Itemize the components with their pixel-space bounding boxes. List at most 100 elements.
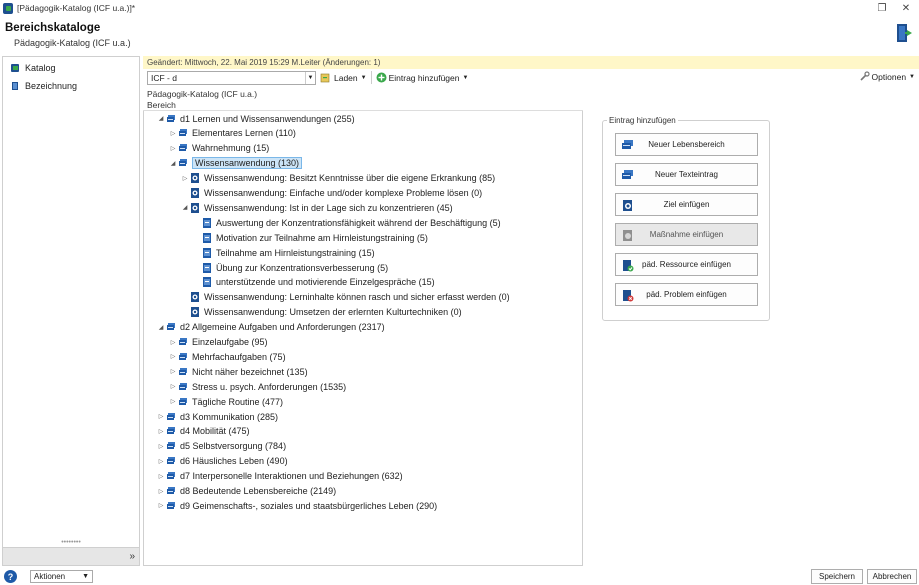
problem-icon [623, 290, 634, 302]
area-icon [167, 412, 175, 420]
area-icon [167, 442, 175, 450]
window-title: [Pädagogik-Katalog (ICF u.a.)]* [17, 3, 136, 13]
catalog-filter-select[interactable]: ICF - d ▼ [147, 70, 316, 85]
tree-node-label: Übung zur Konzentrationsverbesserung (5) [216, 262, 389, 273]
tree-node[interactable]: unterstützende und motivierende Einzelge… [192, 276, 435, 289]
page-title: Bereichskataloge [5, 22, 101, 34]
collapse-toggle-icon[interactable]: ◢ [180, 204, 190, 211]
expand-toggle-icon[interactable]: ▷ [156, 413, 166, 420]
status-bar: ? Aktionen ▼ Speichern Abbrechen [0, 568, 919, 585]
insert-resource-button[interactable]: päd. Ressource einfügen [615, 253, 758, 276]
chevron-down-icon[interactable]: ▼ [305, 71, 315, 84]
restore-window-icon[interactable]: ❐ [871, 0, 893, 16]
tree-node-label: Wissensanwendung (130) [192, 157, 303, 170]
tree-node[interactable]: Übung zur Konzentrationsverbesserung (5) [192, 261, 388, 274]
expand-toggle-icon[interactable]: ▷ [168, 368, 178, 375]
tree-column-header[interactable]: Bereich [143, 100, 583, 111]
tree-node[interactable]: ◢ Wissensanwendung (130) [168, 157, 303, 170]
tree-node[interactable]: ▷ Wahrnehmung (15) [168, 142, 270, 155]
tree-node-label: Stress u. psych. Anforderungen (1535) [192, 381, 347, 392]
help-icon[interactable]: ? [4, 570, 17, 583]
close-window-icon[interactable]: ✕ [895, 0, 917, 16]
expand-toggle-icon[interactable]: ▷ [168, 130, 178, 137]
tree-node-label: d9 Geimenschafts-, soziales und staatsbü… [180, 500, 438, 511]
tree-node[interactable]: ▷ Mehrfachaufgaben (75) [168, 350, 286, 363]
tree-node[interactable]: Wissensanwendung: Lerninhalte können ras… [180, 291, 510, 304]
tree-node[interactable]: Teilnahme am Hirnleistungstraining (15) [192, 246, 375, 259]
tree-node[interactable]: ◢ Wissensanwendung: Ist in der Lage sich … [180, 201, 453, 214]
expand-toggle-icon[interactable]: ▷ [156, 458, 166, 465]
sidebar-item-katalog[interactable]: Katalog [3, 59, 139, 77]
expand-toggle-icon[interactable]: ▷ [168, 339, 178, 346]
tree-node[interactable]: ▷ Stress u. psych. Anforderungen (1535) [168, 380, 346, 393]
expand-toggle-icon[interactable]: ▷ [156, 502, 166, 509]
sidebar-item-bezeichnung[interactable]: Bezeichnung [3, 77, 139, 95]
exit-door-icon[interactable] [895, 22, 915, 44]
new-area-button[interactable]: Neuer Lebensbereich [615, 133, 758, 156]
tree-node[interactable]: ▷ Nicht näher bezeichnet (135) [168, 365, 308, 378]
insert-goal-label: Ziel einfügen [663, 200, 710, 209]
expand-toggle-icon[interactable]: ▷ [168, 398, 178, 405]
tree-node[interactable]: ▷ d6 Häusliches Leben (490) [156, 455, 288, 468]
tree-node[interactable]: ▷ Einzelaufgabe (95) [168, 336, 268, 349]
expand-toggle-icon[interactable]: ▷ [168, 145, 178, 152]
load-button[interactable]: Laden ▼ [320, 73, 367, 83]
tree-node-label: Wissensanwendung: Besitzt Kenntnisse übe… [204, 173, 496, 184]
tree-node[interactable]: ▷ d8 Bedeutende Lebensbereiche (2149) [156, 485, 336, 498]
area-icon [179, 397, 187, 405]
goal-icon [191, 292, 199, 303]
measure-icon [203, 262, 211, 273]
toolbar: ICF - d ▼ Laden ▼ Eintrag hinzufügen ▼ O… [143, 69, 919, 86]
measure-icon [203, 232, 211, 243]
tree-node-label: d6 Häusliches Leben (490) [180, 456, 288, 467]
expand-toggle-icon[interactable]: ▷ [180, 175, 190, 182]
tree-node[interactable]: ▷ d9 Geimenschafts-, soziales und staatsb… [156, 499, 437, 512]
tree-node[interactable]: ▷ Tägliche Routine (477) [168, 395, 283, 408]
plus-circle-icon [376, 72, 387, 83]
insert-measure-button[interactable]: Maßnahme einfügen [615, 223, 758, 246]
expand-toggle-icon[interactable]: ▷ [156, 473, 166, 480]
add-entry-label: Eintrag hinzufügen [388, 72, 460, 83]
tree-node[interactable]: ▷ d3 Kommunikation (285) [156, 410, 278, 423]
add-entry-button[interactable]: Eintrag hinzufügen ▼ [376, 72, 468, 83]
tree-node[interactable]: ◢ d1 Lernen und Wissensanwendungen (255) [156, 112, 355, 125]
add-entry-panel-title: Eintrag hinzufügen [607, 116, 678, 125]
funnel-icon: ▼ [82, 573, 89, 580]
expand-toggle-icon[interactable]: ▷ [156, 443, 166, 450]
actions-dropdown[interactable]: Aktionen ▼ [30, 570, 93, 583]
save-button[interactable]: Speichern [811, 569, 863, 584]
load-label: Laden [334, 72, 358, 83]
tree-node[interactable]: Auswertung der Konzentrationsfähigkeit w… [192, 216, 501, 229]
tree-node[interactable]: ▷ Wissensanwendung: Besitzt Kenntnisse üb… [180, 172, 495, 185]
new-text-entry-button[interactable]: Neuer Texteintrag [615, 163, 758, 186]
options-button[interactable]: Optionen ▼ [859, 71, 915, 82]
tree-node[interactable]: ▷ d5 Selbstversorgung (784) [156, 440, 286, 453]
area-icon [179, 352, 187, 360]
tree-node[interactable]: Wissensanwendung: Umsetzen der erlernten… [180, 306, 462, 319]
collapse-toggle-icon[interactable]: ◢ [168, 160, 178, 167]
area-icon [167, 472, 175, 480]
expand-toggle-icon[interactable]: ▷ [168, 383, 178, 390]
add-entry-panel: Eintrag hinzufügen Neuer Lebensbereich N… [602, 116, 770, 321]
tree-node-label: d4 Mobilität (475) [180, 426, 250, 437]
expand-toggle-icon[interactable]: ▷ [168, 353, 178, 360]
area-icon [179, 367, 187, 375]
tree-node-label: Wissensanwendung: Einfache und/oder komp… [204, 188, 483, 198]
tree-node-label: Wissensanwendung: Lerninhalte können ras… [204, 292, 510, 303]
sidebar-collapse-button[interactable]: » [3, 547, 139, 565]
collapse-toggle-icon[interactable]: ◢ [156, 115, 166, 122]
tree-node[interactable]: ▷ d7 Interpersonelle Interaktionen und Be… [156, 470, 403, 483]
insert-problem-button[interactable]: päd. Problem einfügen [615, 283, 758, 306]
collapse-toggle-icon[interactable]: ◢ [156, 324, 166, 331]
tree-node[interactable]: Motivation zur Teilnahme am Hirnleistung… [192, 231, 428, 244]
insert-goal-button[interactable]: Ziel einfügen [615, 193, 758, 216]
expand-toggle-icon[interactable]: ▷ [156, 488, 166, 495]
cancel-button[interactable]: Abbrechen [867, 569, 917, 584]
expand-toggle-icon[interactable]: ▷ [156, 428, 166, 435]
tree-node[interactable]: Wissensanwendung: Einfache und/oder komp… [180, 187, 482, 200]
measure-icon [203, 247, 211, 258]
tree-node[interactable]: ▷ d4 Mobilität (475) [156, 425, 250, 438]
sidebar: Katalog Bezeichnung •••••••• » [2, 56, 140, 566]
tree-node[interactable]: ▷ Elementares Lernen (110) [168, 127, 296, 140]
tree-node[interactable]: ◢ d2 Allgemeine Aufgaben und Anforderunge… [156, 321, 385, 334]
